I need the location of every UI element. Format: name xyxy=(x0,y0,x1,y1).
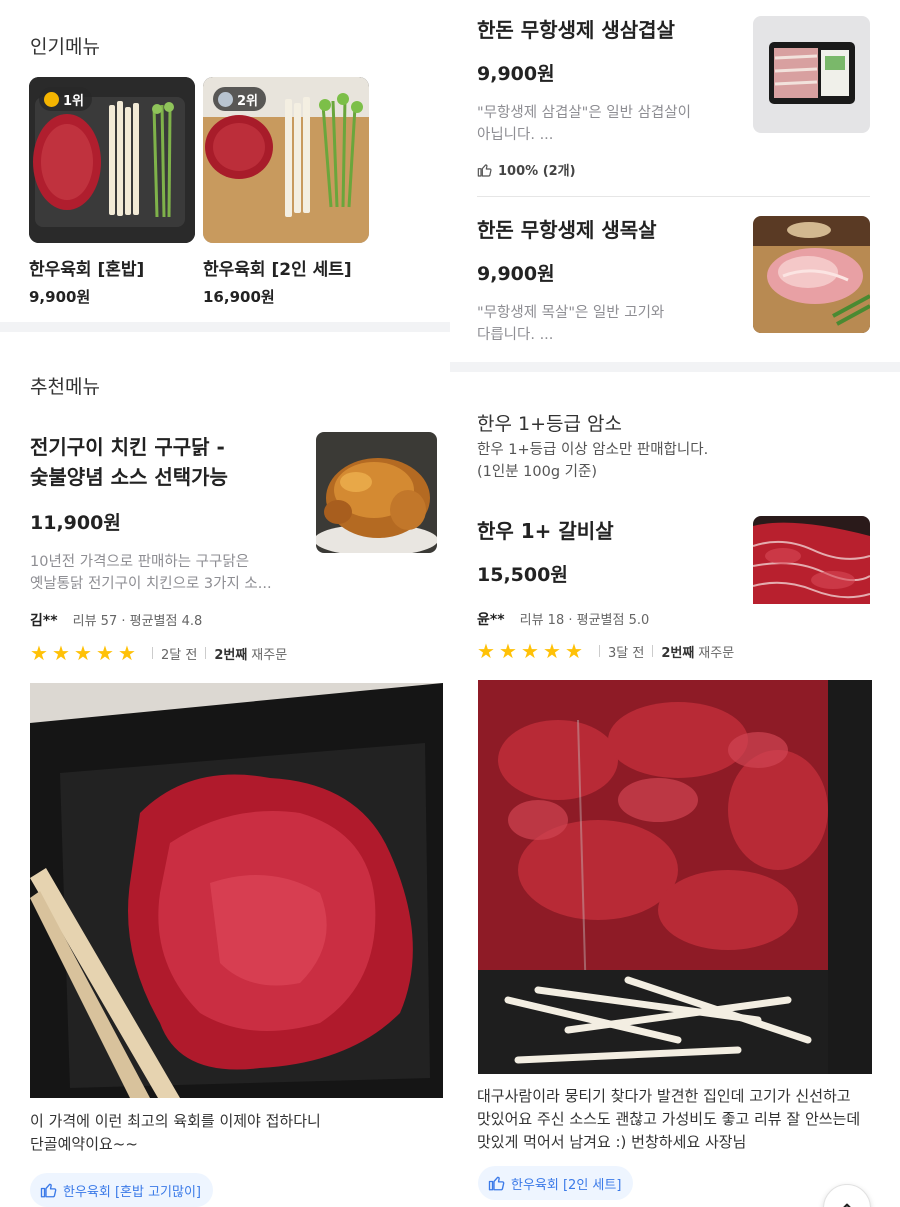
reorder-label: 재주문 xyxy=(251,647,288,663)
recommended-item-desc-line1: 10년전 가격으로 판매하는 구구닭은 xyxy=(30,554,250,570)
star-icon: ★ xyxy=(52,641,70,665)
recommended-item-price: 11,900원 xyxy=(30,512,121,534)
section-divider xyxy=(0,322,450,332)
pork-belly-like-rate: 100% (2개) xyxy=(498,164,576,179)
popular-item-1-name: 한우육회 [혼밥] xyxy=(29,260,145,280)
pork-belly-desc-line1: "무항생제 삼겹살"은 일반 삼겹살이 xyxy=(477,105,691,121)
recommended-item[interactable]: 전기구이 치킨 구구닭 - 숯불양념 소스 선택가능 11,900원 10년전 … xyxy=(30,432,300,595)
rank-badge-2-label: 2위 xyxy=(237,93,259,109)
ordered-menu-tag-2[interactable]: 한우육회 [2인 세트] xyxy=(478,1166,634,1200)
star-icon: ★ xyxy=(499,639,517,663)
reorder-count: 2번째 xyxy=(214,647,248,663)
separator xyxy=(652,645,654,657)
menu-item-pork-belly[interactable]: 한돈 무항생제 생삼겹살 9,900원 "무항생제 삼겹살"은 일반 삼겹살이 … xyxy=(477,15,737,179)
scroll-to-top-button[interactable] xyxy=(823,1184,871,1207)
chevron-up-icon xyxy=(843,1203,851,1207)
reviewer-name: 김** xyxy=(30,613,58,629)
section-divider xyxy=(450,362,900,372)
separator xyxy=(205,647,207,659)
star-icon: ★ xyxy=(521,639,539,663)
item-divider xyxy=(477,196,870,197)
chicken-thumbnail xyxy=(316,432,437,553)
pork-neck-name: 한돈 무항생제 생목살 xyxy=(477,218,657,242)
star-icon: ★ xyxy=(477,639,495,663)
rank-badge-1: 1위 xyxy=(39,87,93,111)
star-rating-2: ★ ★ ★ ★ ★ xyxy=(477,641,585,661)
star-icon: ★ xyxy=(565,639,583,663)
star-icon: ★ xyxy=(543,639,561,663)
thumbs-up-icon xyxy=(477,163,492,177)
review-text-2-line3: 맛있게 먹어서 남겨요 :) 번창하세요 사장님 xyxy=(477,1133,747,1151)
gold-medal-icon xyxy=(44,91,59,107)
star-icon: ★ xyxy=(96,641,114,665)
galbisal-price: 15,500원 xyxy=(477,564,568,586)
hanwoo-section-title: 한우 1+등급 암소 xyxy=(477,413,622,435)
review-header-2: 윤** 리뷰 18 · 평균별점 5.0 xyxy=(477,609,649,629)
star-rating: ★ ★ ★ ★ ★ xyxy=(30,643,138,663)
review-text-2: 대구사람이라 뭉티기 찾다가 발견한 집인데 고기가 신선하고 맛있어요 주신 … xyxy=(477,1085,887,1154)
pork-belly-name: 한돈 무항생제 생삼겹살 xyxy=(477,18,675,42)
popular-menu-title: 인기메뉴 xyxy=(30,36,100,58)
recommended-menu-title: 추천메뉴 xyxy=(30,376,100,398)
recommended-item-name-line2: 숯불양념 소스 선택가능 xyxy=(30,465,228,489)
review-photo[interactable] xyxy=(30,683,443,1098)
pork-neck-desc-line1: "무항생제 목살"은 일반 고기와 xyxy=(477,305,665,321)
star-icon: ★ xyxy=(118,641,136,665)
hanwoo-desc-line1: 한우 1+등급 이상 암소만 판매합니다. xyxy=(477,442,709,458)
hanwoo-desc-line2: (1인분 100g 기준) xyxy=(477,464,597,480)
thumbs-up-icon xyxy=(488,1176,505,1191)
popular-item-2-image: 2위 xyxy=(203,77,369,243)
pork-neck-desc-line2: 다릅니다. ... xyxy=(477,327,554,343)
hanwoo-section-desc: 한우 1+등급 이상 암소만 판매합니다. (1인분 100g 기준) xyxy=(477,439,708,483)
silver-medal-icon xyxy=(218,91,233,107)
popular-item-1-price: 9,900원 xyxy=(29,288,91,306)
galbisal-thumbnail xyxy=(753,516,870,604)
pork-neck-price: 9,900원 xyxy=(477,263,555,285)
menu-item-pork-neck[interactable]: 한돈 무항생제 생목살 9,900원 "무항생제 목살"은 일반 고기와 다릅니… xyxy=(477,215,737,346)
popular-item-1[interactable]: 1위 한우육회 [혼밥] 9,900원 xyxy=(29,77,195,307)
reorder-label-2: 재주문 xyxy=(698,645,735,661)
popular-item-2[interactable]: 2위 한우육회 [2인 세트] 16,900원 xyxy=(203,77,369,307)
right-panel: 한돈 무항생제 생삼겹살 9,900원 "무항생제 삼겹살"은 일반 삼겹살이 … xyxy=(450,0,900,1207)
pork-belly-thumbnail xyxy=(753,16,870,133)
recommended-item-name-line1: 전기구이 치킨 구구닭 - xyxy=(30,435,225,459)
review-text-2-line2: 맛있어요 주신 소스도 괜찮고 가성비도 좋고 리뷰 잘 안쓰는데 xyxy=(477,1110,861,1128)
popular-item-2-price: 16,900원 xyxy=(203,288,275,306)
rank-badge-2: 2위 xyxy=(213,87,267,111)
recommended-item-desc-line2: 옛날통닭 전기구이 치킨으로 3가지 소... xyxy=(30,576,272,592)
pork-belly-like: 100% (2개) xyxy=(477,160,737,179)
review-time: 2달 전 xyxy=(161,647,198,663)
ordered-menu-tag-2-label: 한우육회 [2인 세트] xyxy=(511,1177,622,1193)
star-icon: ★ xyxy=(30,641,48,665)
review-text-line1: 이 가격에 이런 최고의 육회를 이제야 접하다니 xyxy=(30,1112,321,1130)
ordered-menu-tag[interactable]: 한우육회 [혼밥 고기많이] xyxy=(30,1173,214,1207)
ordered-menu-tag-label: 한우육회 [혼밥 고기많이] xyxy=(63,1184,202,1200)
reviewer-name-2: 윤** xyxy=(477,612,505,628)
left-panel: 인기메뉴 1위 한우육회 [혼밥] 9,900원 2위 한우육회 [2인 세트]… xyxy=(0,0,450,1207)
rank-badge-1-label: 1위 xyxy=(63,93,85,109)
pork-belly-desc-line2: 아닙니다. ... xyxy=(477,127,554,143)
review-rating-row: ★ ★ ★ ★ ★ 2달 전 2번째 재주문 xyxy=(30,643,287,663)
review-rating-row-2: ★ ★ ★ ★ ★ 3달 전 2번째 재주문 xyxy=(477,641,734,661)
review-text-2-line1: 대구사람이라 뭉티기 찾다가 발견한 집인데 고기가 신선하고 xyxy=(477,1087,851,1105)
reviewer-meta: 리뷰 57 · 평균별점 4.8 xyxy=(72,614,203,629)
review-text-line2: 단골예약이요~~ xyxy=(30,1135,138,1153)
separator xyxy=(152,647,153,659)
reviewer-meta-2: 리뷰 18 · 평균별점 5.0 xyxy=(519,613,650,628)
review-text: 이 가격에 이런 최고의 육회를 이제야 접하다니 단골예약이요~~ xyxy=(30,1110,430,1156)
thumbs-up-icon xyxy=(40,1183,57,1198)
separator xyxy=(599,645,600,657)
reorder-count-2: 2번째 xyxy=(661,645,695,661)
popular-item-2-name: 한우육회 [2인 세트] xyxy=(203,260,352,280)
pork-belly-price: 9,900원 xyxy=(477,63,555,85)
review-time-2: 3달 전 xyxy=(608,645,645,661)
review-header: 김** 리뷰 57 · 평균별점 4.8 xyxy=(30,610,202,630)
pork-neck-thumbnail xyxy=(753,216,870,333)
menu-item-galbisal[interactable]: 한우 1+ 갈비살 15,500원 xyxy=(477,516,737,587)
galbisal-name: 한우 1+ 갈비살 xyxy=(477,519,614,543)
star-icon: ★ xyxy=(74,641,92,665)
review-photo-2[interactable] xyxy=(478,680,872,1074)
popular-item-1-image: 1위 xyxy=(29,77,195,243)
